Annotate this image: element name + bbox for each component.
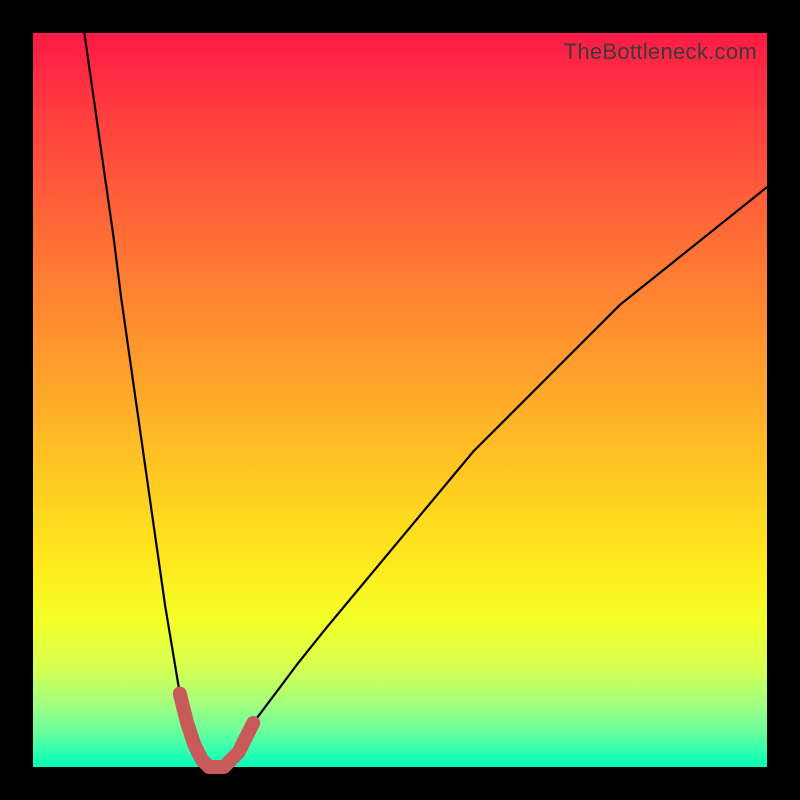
chart-frame: TheBottleneck.com (0, 0, 800, 800)
bottleneck-curve (84, 33, 767, 767)
marker-region (180, 694, 253, 767)
plot-area: TheBottleneck.com (33, 33, 767, 767)
chart-svg (33, 33, 767, 767)
